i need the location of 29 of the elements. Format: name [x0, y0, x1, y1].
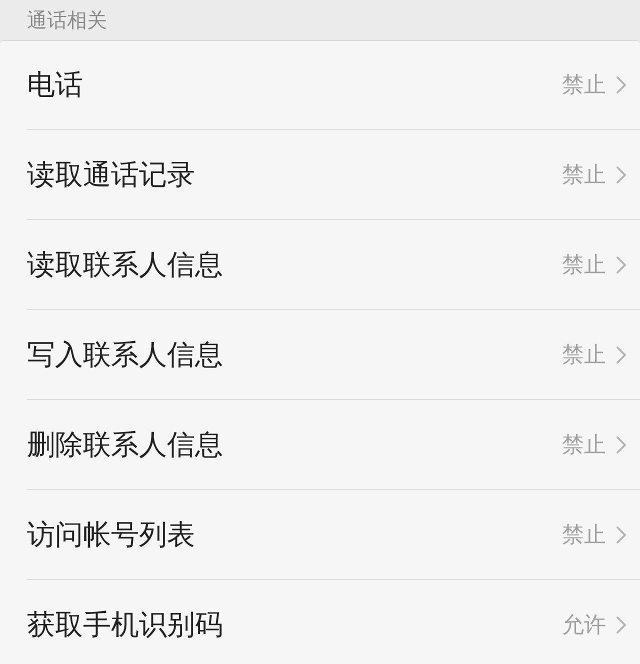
section-title: 通话相关	[27, 6, 107, 34]
permission-label: 读取联系人信息	[27, 246, 224, 282]
chevron-right-icon	[616, 526, 626, 544]
permission-row[interactable]: 获取手机识别码 允许	[27, 579, 640, 664]
permission-value: 允许	[562, 612, 606, 640]
permission-value: 禁止	[562, 252, 606, 280]
permission-label: 读取通话记录	[27, 156, 196, 192]
chevron-right-icon	[616, 166, 626, 184]
permission-value: 禁止	[562, 432, 606, 460]
chevron-right-icon	[616, 436, 626, 454]
permission-row[interactable]: 读取通话记录 禁止	[27, 129, 640, 219]
chevron-right-icon	[616, 616, 626, 634]
permission-row[interactable]: 读取联系人信息 禁止	[27, 219, 640, 309]
chevron-right-icon	[616, 76, 626, 94]
permission-label: 电话	[27, 67, 84, 103]
permission-value: 禁止	[562, 162, 606, 190]
permission-label: 删除联系人信息	[27, 426, 224, 462]
permission-value: 禁止	[562, 342, 606, 370]
chevron-right-icon	[616, 346, 626, 364]
permission-label: 获取手机识别码	[27, 606, 224, 642]
chevron-right-icon	[616, 256, 626, 274]
permission-value: 禁止	[562, 522, 606, 550]
permission-row[interactable]: 电话 禁止	[27, 41, 640, 129]
permission-label: 写入联系人信息	[27, 336, 224, 372]
permission-row[interactable]: 访问帐号列表 禁止	[27, 489, 640, 579]
permission-value: 禁止	[562, 72, 606, 100]
permission-row[interactable]: 删除联系人信息 禁止	[27, 399, 640, 489]
permission-label: 访问帐号列表	[27, 516, 196, 552]
permission-row[interactable]: 写入联系人信息 禁止	[27, 309, 640, 399]
